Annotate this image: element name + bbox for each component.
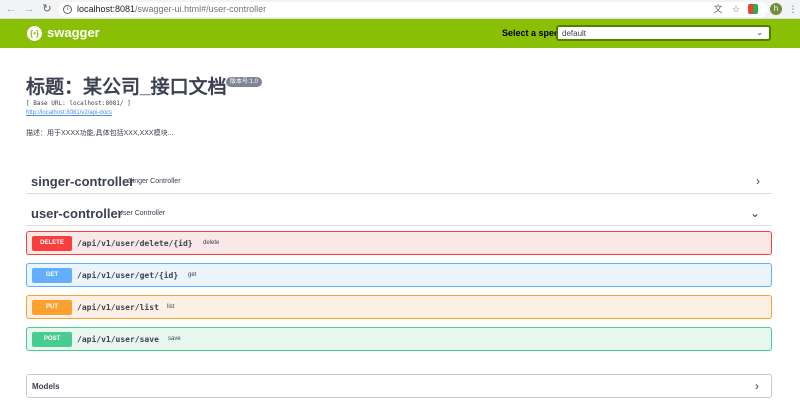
tag-name: singer-controller bbox=[31, 174, 135, 189]
method-badge: POST bbox=[32, 332, 72, 347]
info-icon[interactable]: i bbox=[63, 5, 72, 14]
models-section[interactable]: Models › bbox=[26, 374, 772, 398]
tag-user-controller[interactable]: user-controller User Controller ⌄ bbox=[26, 200, 772, 226]
base-url: [ Base URL: localhost:8081/ ] bbox=[26, 100, 131, 107]
forward-arrow-icon[interactable]: → bbox=[22, 2, 36, 16]
operation-summary: save bbox=[168, 336, 181, 342]
tag-description: User Controller bbox=[118, 210, 166, 217]
operation-path: /api/v1/user/list bbox=[77, 303, 159, 312]
method-badge: GET bbox=[32, 268, 72, 283]
operation-summary: delete bbox=[203, 240, 220, 246]
swagger-logo-icon[interactable] bbox=[27, 26, 42, 41]
translate-icon[interactable]: 文 bbox=[712, 3, 724, 15]
api-description: 描述：用于XXXX功能,具体包括XXX,XXX模块... bbox=[26, 130, 174, 137]
url-host: localhost:8081 bbox=[77, 4, 136, 14]
version-badge: 版本号:1.0 bbox=[226, 77, 263, 87]
spec-select[interactable]: default ⌄ bbox=[556, 25, 771, 41]
operation-summary: get bbox=[188, 272, 197, 278]
chevron-down-icon: ⌄ bbox=[756, 28, 763, 37]
operation-path: /api/v1/user/delete/{id} bbox=[77, 239, 193, 248]
spec-select-label: Select a spec bbox=[502, 28, 560, 38]
operation-path: /api/v1/user/save bbox=[77, 335, 159, 344]
api-docs-link[interactable]: http://localhost:8081/v2/api-docs bbox=[26, 109, 112, 118]
tag-name: user-controller bbox=[31, 206, 123, 221]
chevron-right-icon[interactable]: › bbox=[756, 173, 760, 189]
bookmark-star-icon[interactable]: ☆ bbox=[730, 3, 742, 15]
swagger-logo-text[interactable]: swagger bbox=[47, 24, 100, 42]
tag-description: Singer Controller bbox=[128, 178, 181, 185]
operation-summary: list bbox=[167, 304, 175, 310]
models-label: Models bbox=[32, 382, 60, 391]
operation-post[interactable]: POST /api/v1/user/save save bbox=[26, 327, 772, 351]
extension-icon[interactable] bbox=[748, 4, 758, 14]
page-title: 标题：某公司_接口文档 bbox=[26, 77, 227, 98]
tag-singer-controller[interactable]: singer-controller Singer Controller › bbox=[26, 168, 772, 194]
operation-get[interactable]: GET /api/v1/user/get/{id} get bbox=[26, 263, 772, 287]
back-arrow-icon[interactable]: ← bbox=[4, 2, 18, 16]
operation-delete[interactable]: DELETE /api/v1/user/delete/{id} delete bbox=[26, 231, 772, 255]
spec-select-value: default bbox=[562, 29, 587, 38]
operation-path: /api/v1/user/get/{id} bbox=[77, 271, 179, 280]
reload-icon[interactable]: ↻ bbox=[40, 2, 54, 16]
chevron-down-icon[interactable]: ⌄ bbox=[750, 205, 760, 221]
operation-put[interactable]: PUT /api/v1/user/list list bbox=[26, 295, 772, 319]
menu-dots-icon[interactable]: ⋮ bbox=[787, 3, 799, 15]
address-bar[interactable]: i localhost:8081/swagger-ui.html#/user-c… bbox=[58, 2, 768, 17]
profile-avatar[interactable]: h bbox=[770, 3, 782, 15]
url-text[interactable]: localhost:8081/swagger-ui.html#/user-con… bbox=[77, 3, 266, 16]
method-badge: PUT bbox=[32, 300, 72, 315]
method-badge: DELETE bbox=[32, 236, 72, 251]
chevron-right-icon[interactable]: › bbox=[755, 378, 759, 394]
url-path: /swagger-ui.html#/user-controller bbox=[135, 4, 267, 14]
browser-toolbar: ← → ↻ i localhost:8081/swagger-ui.html#/… bbox=[0, 0, 800, 19]
